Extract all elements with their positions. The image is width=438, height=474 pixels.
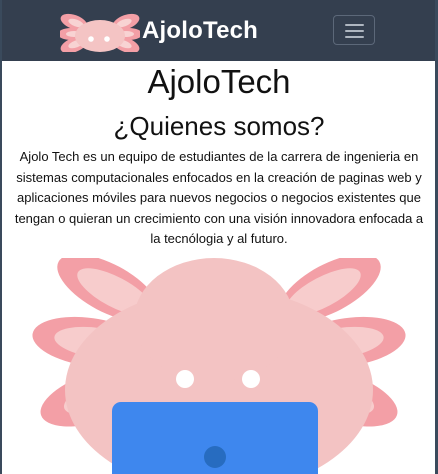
navbar-brand[interactable]: AjoloTech: [60, 10, 258, 52]
axolotl-laptop-illustration: [32, 258, 406, 474]
axolotl-logo-icon: [60, 13, 140, 52]
hamburger-menu-icon: [345, 24, 364, 26]
page-title: AjoloTech: [147, 63, 291, 100]
right-eye: [242, 370, 260, 388]
about-description: Ajolo Tech es un equipo de estudiantes d…: [14, 149, 424, 247]
laptop-camera: [204, 446, 226, 468]
section-title: ¿Quienes somos?: [113, 111, 325, 141]
brand-name: AjoloTech: [142, 17, 259, 44]
navbar-toggle-button[interactable]: [333, 15, 375, 45]
window-left-edge: [0, 0, 2, 474]
left-eye: [176, 370, 194, 388]
navbar: AjoloTech: [0, 0, 438, 61]
